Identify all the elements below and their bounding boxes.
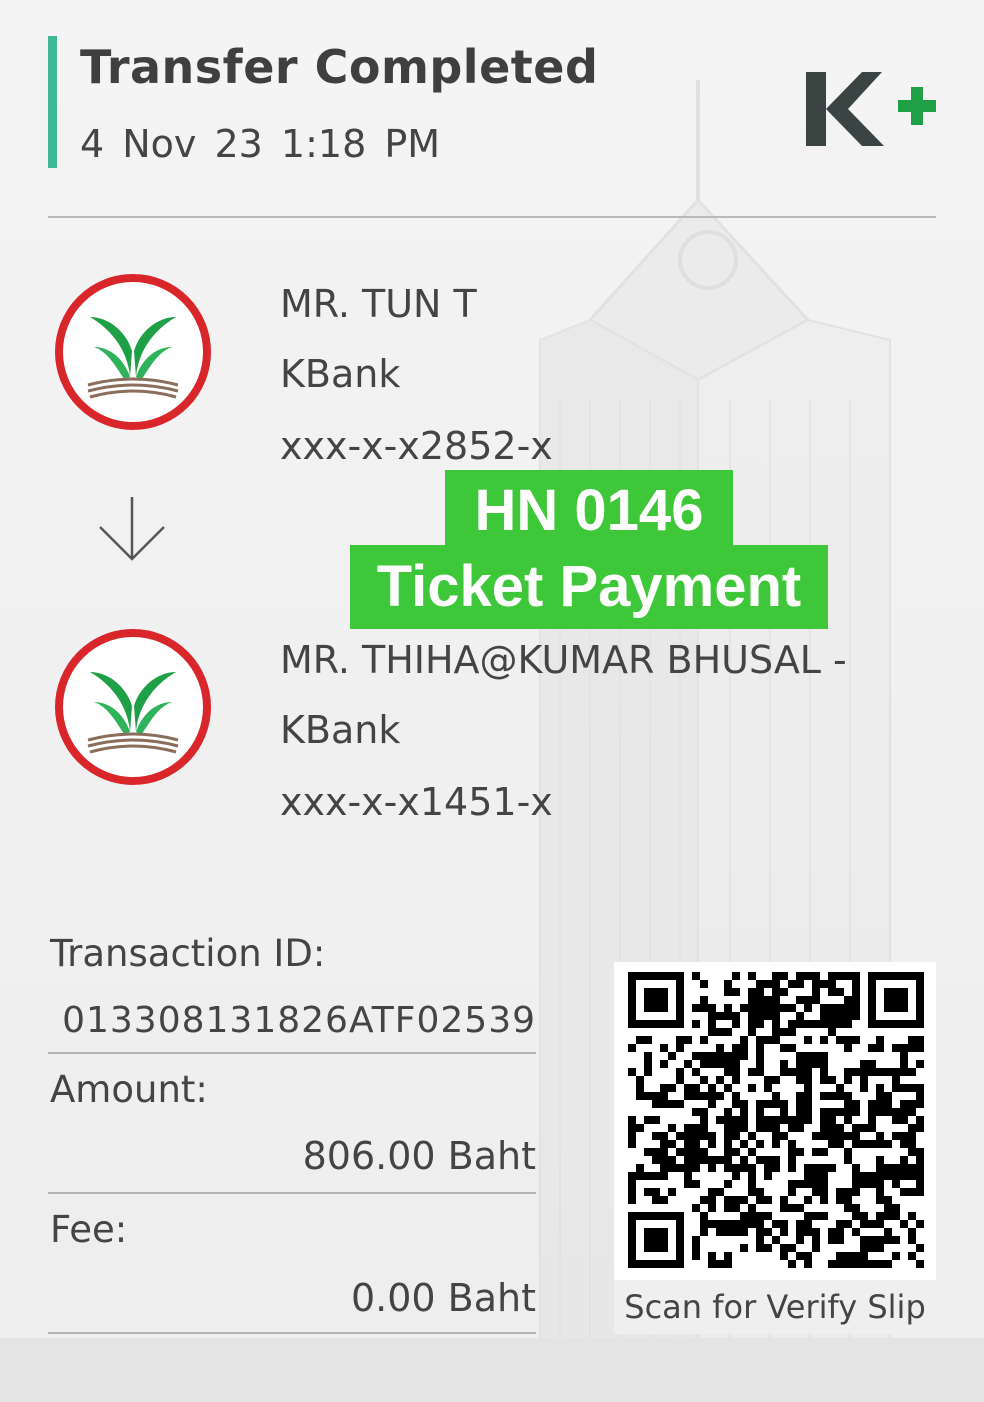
kplus-logo-icon <box>806 72 936 146</box>
qr-panel: Scan for Verify Slip <box>614 962 936 1334</box>
kbank-logo-icon <box>55 274 211 430</box>
transaction-id-label: Transaction ID: <box>50 932 326 975</box>
transaction-id-divider <box>48 1052 536 1054</box>
receiver-bank: KBank <box>280 708 401 752</box>
transaction-id-value: 013308131826ATF02539 <box>62 1000 536 1041</box>
transfer-slip: Transfer Completed 4 Nov 23 1:18 PM MR. … <box>0 0 984 1338</box>
ticket-stamp-line2: Ticket Payment <box>350 545 828 629</box>
transfer-datetime: 4 Nov 23 1:18 PM <box>80 122 441 166</box>
amount-value: 806.00 Baht <box>302 1134 536 1178</box>
title-accent-bar <box>48 36 57 168</box>
sender-name: MR. TUN T <box>280 282 477 326</box>
fee-divider <box>48 1332 536 1334</box>
page-title: Transfer Completed <box>80 40 599 94</box>
receiver-account: xxx-x-x1451-x <box>280 780 553 824</box>
qr-caption: Scan for Verify Slip <box>614 1280 936 1334</box>
sender-account: xxx-x-x2852-x <box>280 424 553 468</box>
amount-divider <box>48 1192 536 1194</box>
kbank-logo-icon <box>55 629 211 785</box>
receiver-name: MR. THIHA@KUMAR BHUSAL - <box>280 638 847 682</box>
fee-value: 0.00 Baht <box>350 1276 536 1320</box>
bottom-strip <box>0 1338 984 1402</box>
header-divider <box>48 216 936 218</box>
sender-bank: KBank <box>280 352 401 396</box>
arrow-down-icon <box>99 497 165 561</box>
ticket-stamp-line1: HN 0146 <box>445 470 733 552</box>
qr-code[interactable] <box>628 972 924 1268</box>
fee-label: Fee: <box>50 1208 128 1251</box>
amount-label: Amount: <box>50 1068 208 1111</box>
